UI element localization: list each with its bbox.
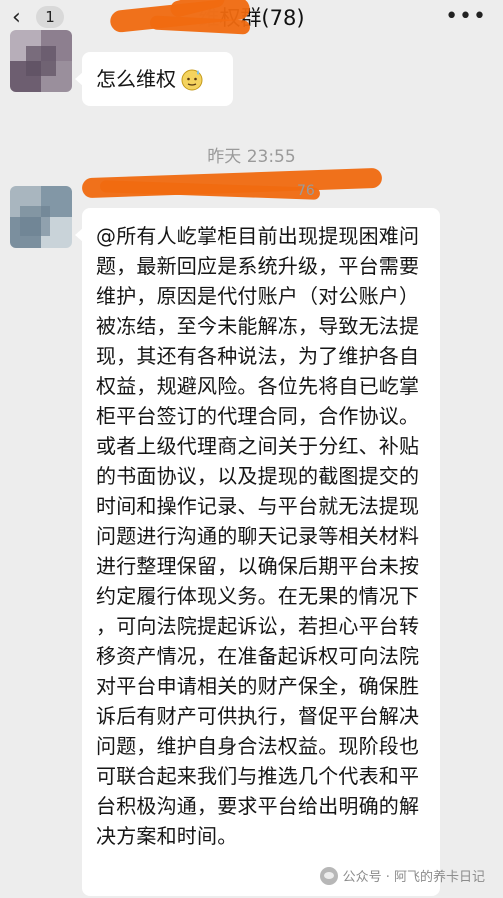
sender-avatar[interactable] [10,30,72,92]
chat-title: 维权群(78) [0,3,503,33]
sender-name-partial: 76 [297,183,315,199]
message-timestamp: 昨天 23:55 [207,147,296,167]
watermark-text: 公众号 · 阿飞的养卡日记 [342,870,485,885]
wechat-icon [319,866,338,885]
more-options-icon[interactable]: ••• [445,6,487,28]
message-text: @所有人屹掌柜目前出现提现困难问题，最新回应是系统升级，平台需要维护，原因是代付… [96,224,420,848]
sweat-face-emoji-icon [180,67,204,91]
message-bubble[interactable]: @所有人屹掌柜目前出现提现困难问题，最新回应是系统升级，平台需要维护，原因是代付… [75,208,440,896]
message-bubble[interactable]: 怎么维权 [75,52,233,106]
watermark: 公众号 · 阿飞的养卡日记 [319,866,485,885]
sender-avatar[interactable] [10,186,72,248]
message-text: 怎么维权 [96,67,176,91]
chat-header: ‹ 1 维权群(78) ••• [0,0,503,38]
